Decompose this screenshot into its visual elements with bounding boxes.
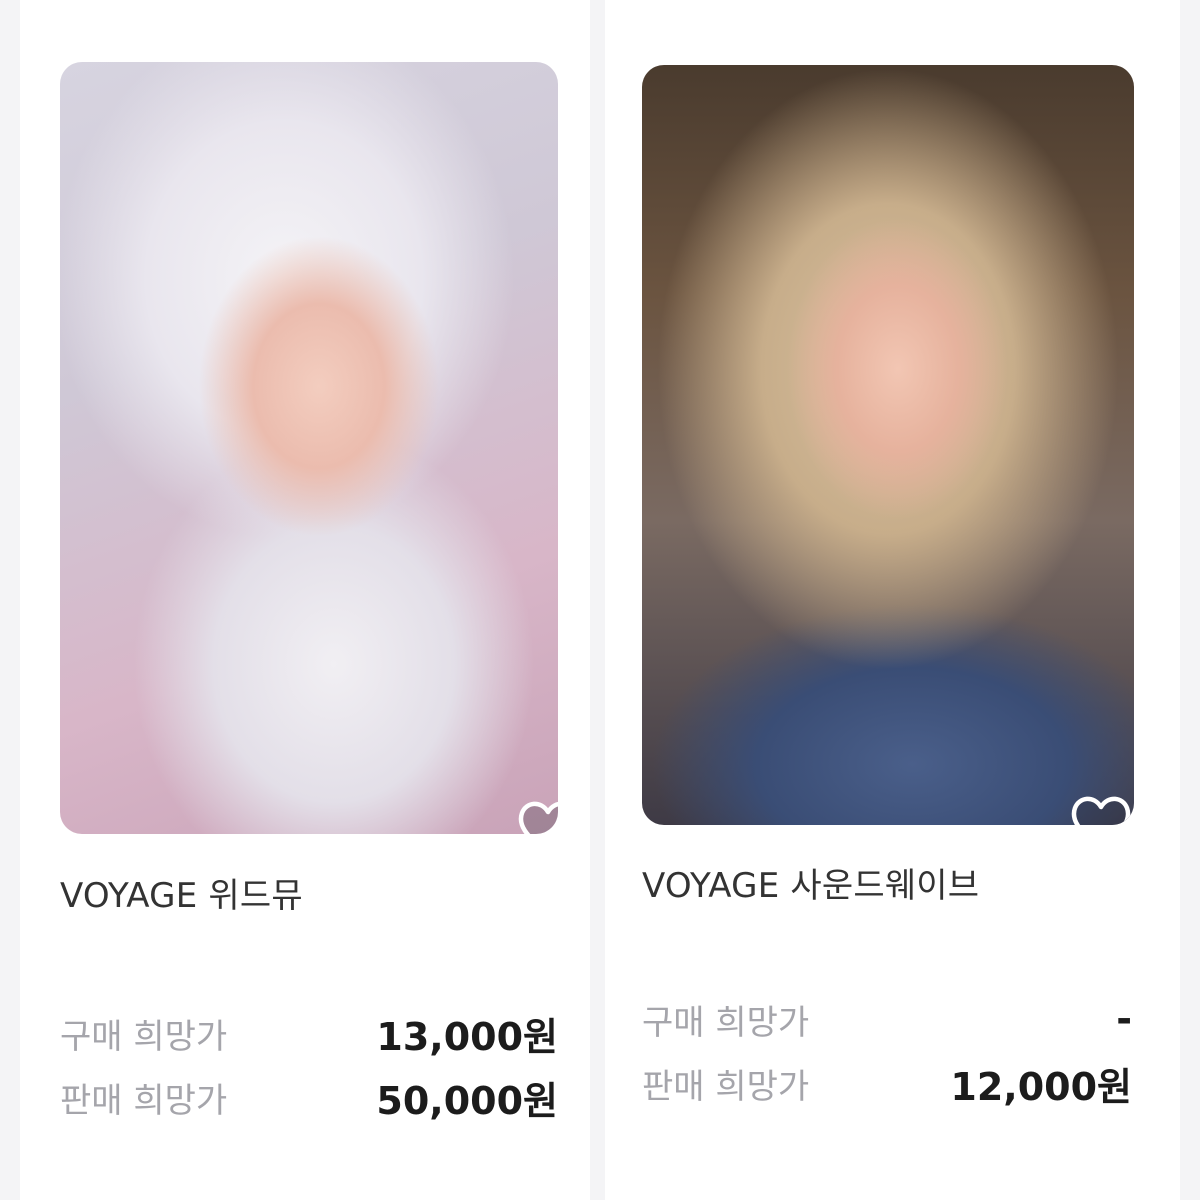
buy-price-value: 13,000원 [376, 1014, 558, 1059]
heart-outline-icon[interactable] [1066, 787, 1134, 825]
sell-price-value: 12,000원 [950, 1064, 1132, 1109]
buy-price-label: 구매 희망가 [642, 1002, 810, 1043]
sell-price-row: 판매 희망가 50,000원 [60, 1072, 558, 1123]
sell-price-label: 판매 희망가 [642, 1066, 810, 1107]
buy-price-row: 구매 희망가 13,000원 [60, 1008, 558, 1059]
product-title[interactable]: VOYAGE 사운드웨이브 [642, 858, 979, 907]
photocard-image [642, 65, 1134, 825]
photocard-image [60, 62, 558, 834]
product-grid: VOYAGE 위드뮤 구매 희망가 13,000원 판매 희망가 50,000원… [0, 0, 1200, 1200]
sell-price-value: 50,000원 [376, 1078, 558, 1123]
buy-price-value: - [1116, 997, 1132, 1041]
product-photo[interactable] [642, 65, 1134, 825]
sell-price-label: 판매 희망가 [60, 1080, 228, 1121]
product-card[interactable]: VOYAGE 위드뮤 구매 희망가 13,000원 판매 희망가 50,000원 [20, 0, 590, 1200]
sell-price-row: 판매 희망가 12,000원 [642, 1058, 1132, 1109]
product-photo[interactable] [60, 62, 558, 834]
heart-outline-icon[interactable] [513, 792, 558, 834]
product-card[interactable]: VOYAGE 사운드웨이브 구매 희망가 - 판매 희망가 12,000원 [605, 0, 1180, 1200]
buy-price-label: 구매 희망가 [60, 1016, 228, 1057]
buy-price-row: 구매 희망가 - [642, 994, 1132, 1044]
product-title[interactable]: VOYAGE 위드뮤 [60, 868, 303, 917]
